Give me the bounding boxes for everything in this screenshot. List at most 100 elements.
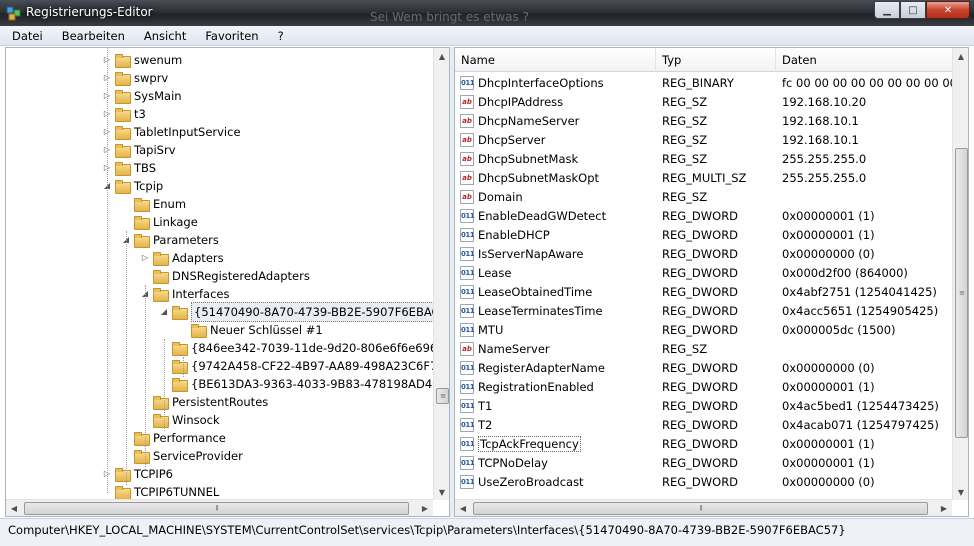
tree-node[interactable]: ▷ t3 xyxy=(102,105,146,123)
tree-node-label: {846ee342-7039-11de-9d20-806e6f6e6963} xyxy=(191,341,450,355)
tree-node[interactable]: {9742A458-CF22-4B97-AA89-498A23C6F7AF} xyxy=(159,357,449,375)
tree-node[interactable]: ◢ Interfaces xyxy=(140,285,229,303)
tree-vertical-scrollbar[interactable]: ▲ ≡ ▼ xyxy=(433,48,449,500)
value-name: DhcpNameServer xyxy=(478,114,580,128)
value-row[interactable]: 011 Lease REG_DWORD 0x000d2f00 (864000) xyxy=(455,264,953,283)
scroll-left-button[interactable]: ◀ xyxy=(6,500,22,516)
value-name: DhcpInterfaceOptions xyxy=(478,76,604,90)
tree-node[interactable]: Enum xyxy=(121,195,186,213)
tree-node[interactable]: Neuer Schlüssel #1 xyxy=(178,321,323,339)
value-row[interactable]: ab DhcpSubnetMaskOpt REG_MULTI_SZ 255.255.2… xyxy=(455,169,953,188)
folder-icon xyxy=(115,72,131,86)
tree-node[interactable]: ▷ TapiSrv xyxy=(102,141,176,159)
binary-value-icon: 011 xyxy=(460,418,475,432)
scroll-thumb[interactable]: ⦀ xyxy=(473,502,928,515)
maximize-button[interactable]: □ xyxy=(900,1,926,19)
menu-bar: Datei Bearbeiten Ansicht Favoriten ? xyxy=(0,26,974,46)
tree-node[interactable]: ServiceProvider xyxy=(121,447,243,465)
value-row[interactable]: 011 UseZeroBroadcast REG_DWORD 0x00000000 (… xyxy=(455,473,953,492)
column-header-data[interactable]: Daten xyxy=(776,48,953,72)
tree-node[interactable]: {846ee342-7039-11de-9d20-806e6f6e6963} xyxy=(159,339,450,357)
tree-node[interactable]: ▷ TabletInputService xyxy=(102,123,241,141)
tree-node[interactable]: ◢ {51470490-8A70-4739-BB2E-5907F6EBAC57} xyxy=(159,302,449,322)
value-type: REG_SZ xyxy=(662,342,708,356)
collapse-arrow-icon[interactable]: ◢ xyxy=(159,303,169,321)
value-row[interactable]: 011 IsServerNapAware REG_DWORD 0x00000000 (… xyxy=(455,245,953,264)
registry-tree[interactable]: ▷ swenum ▷ swprv ▷ SysMain ▷ t3 ▷ TabletInputServ… xyxy=(5,47,450,517)
value-row[interactable]: 011 TcpAckFrequency REG_DWORD 0x00000001 (1… xyxy=(455,435,953,454)
value-type: REG_DWORD xyxy=(662,228,739,242)
tree-node[interactable]: PersistentRoutes xyxy=(140,393,268,411)
scroll-down-button[interactable]: ▼ xyxy=(434,484,449,500)
value-row[interactable]: 011 TCPNoDelay REG_DWORD 0x00000001 (1) xyxy=(455,454,953,473)
value-row[interactable]: ab DhcpNameServer REG_SZ 192.168.10.1 xyxy=(455,112,953,131)
value-row[interactable]: 011 MTU REG_DWORD 0x000005dc (1500) xyxy=(455,321,953,340)
tree-node[interactable]: ▷ Adapters xyxy=(140,249,224,267)
column-header-type[interactable]: Typ xyxy=(656,48,776,72)
menu-favorites[interactable]: Favoriten xyxy=(193,26,265,45)
scroll-up-button[interactable]: ▲ xyxy=(434,48,449,64)
scroll-left-button[interactable]: ◀ xyxy=(455,500,471,516)
string-value-icon: ab xyxy=(460,95,474,109)
tree-guide-line xyxy=(126,231,127,485)
tree-node[interactable]: ◢ Parameters xyxy=(121,231,219,249)
list-vertical-scrollbar[interactable]: ▲ ≡ ▼ xyxy=(952,48,968,500)
tree-node[interactable]: {BE613DA3-9363-4033-9B83-478198AD4067} xyxy=(159,375,449,393)
tree-node[interactable]: Linkage xyxy=(121,213,198,231)
value-data: 192.168.10.1 xyxy=(782,114,859,128)
value-type: REG_DWORD xyxy=(662,380,739,394)
value-row[interactable]: 011 EnableDeadGWDetect REG_DWORD 0x00000001… xyxy=(455,207,953,226)
value-row[interactable]: 011 EnableDHCP REG_DWORD 0x00000001 (1) xyxy=(455,226,953,245)
tree-node[interactable]: ▷ swenum xyxy=(102,51,182,69)
column-header-name[interactable]: Name xyxy=(455,48,656,72)
tree-node-label: Parameters xyxy=(153,233,219,247)
folder-icon xyxy=(115,108,131,122)
title-bar[interactable]: Registrierungs-Editor Sei Wem bringt es … xyxy=(0,0,974,26)
value-row[interactable]: ab DhcpIPAddress REG_SZ 192.168.10.20 xyxy=(455,93,953,112)
tree-node[interactable]: Winsock xyxy=(140,411,220,429)
folder-icon xyxy=(172,342,188,356)
value-row[interactable]: 011 LeaseTerminatesTime REG_DWORD 0x4acc565… xyxy=(455,302,953,321)
tree-node[interactable]: ▷ TCPIP6 xyxy=(102,465,173,483)
menu-view[interactable]: Ansicht xyxy=(132,26,193,45)
value-type: REG_DWORD xyxy=(662,361,739,375)
value-name: MTU xyxy=(478,323,504,337)
value-row[interactable]: ab DhcpServer REG_SZ 192.168.10.1 xyxy=(455,131,953,150)
menu-file[interactable]: Datei xyxy=(0,26,50,45)
binary-value-icon: 011 xyxy=(460,475,475,489)
binary-value-icon: 011 xyxy=(460,76,475,90)
value-type: REG_DWORD xyxy=(662,437,739,451)
scroll-up-button[interactable]: ▲ xyxy=(953,48,968,64)
expand-arrow-icon[interactable]: ▷ xyxy=(140,249,150,267)
scroll-right-button[interactable]: ▶ xyxy=(936,500,952,516)
tree-node[interactable]: ▷ SysMain xyxy=(102,87,182,105)
value-row[interactable]: 011 DhcpInterfaceOptions REG_BINARY fc 00 0… xyxy=(455,74,953,93)
value-row[interactable]: ab NameServer REG_SZ xyxy=(455,340,953,359)
tree-node[interactable]: DNSRegisteredAdapters xyxy=(140,267,310,285)
value-row[interactable]: 011 T1 REG_DWORD 0x4ac5bed1 (1254473425) xyxy=(455,397,953,416)
tree-node[interactable]: ◢ Tcpip xyxy=(102,177,163,195)
scroll-thumb[interactable]: ⦀ xyxy=(24,502,409,515)
scroll-thumb[interactable]: ≡ xyxy=(955,148,968,438)
scroll-thumb[interactable]: ≡ xyxy=(436,388,449,404)
value-row[interactable]: ab Domain REG_SZ xyxy=(455,188,953,207)
menu-edit[interactable]: Bearbeiten xyxy=(50,26,132,45)
tree-node-label: Linkage xyxy=(153,215,198,229)
tree-node[interactable]: ▷ swprv xyxy=(102,69,168,87)
value-list[interactable]: Name Typ Daten 011 DhcpInterfaceOptions RE… xyxy=(454,47,969,517)
value-row[interactable]: ab DhcpSubnetMask REG_SZ 255.255.255.0 xyxy=(455,150,953,169)
minimize-button[interactable]: ▁ xyxy=(874,1,900,19)
menu-help[interactable]: ? xyxy=(266,26,291,45)
close-button[interactable]: ✕ xyxy=(926,1,970,19)
scroll-down-button[interactable]: ▼ xyxy=(953,484,968,500)
tree-node[interactable]: ▷ TBS xyxy=(102,159,156,177)
scroll-right-button[interactable]: ▶ xyxy=(417,500,433,516)
tree-node[interactable]: Performance xyxy=(121,429,226,447)
value-row[interactable]: 011 RegisterAdapterName REG_DWORD 0x0000000… xyxy=(455,359,953,378)
tree-node-label: Tcpip xyxy=(134,179,164,193)
value-row[interactable]: 011 RegistrationEnabled REG_DWORD 0x0000000… xyxy=(455,378,953,397)
value-row[interactable]: 011 LeaseObtainedTime REG_DWORD 0x4abf2751 … xyxy=(455,283,953,302)
list-horizontal-scrollbar[interactable]: ◀ ⦀ ▶ xyxy=(455,499,952,516)
tree-horizontal-scrollbar[interactable]: ◀ ⦀ ▶ xyxy=(6,499,433,516)
value-row[interactable]: 011 T2 REG_DWORD 0x4acab071 (1254797425) xyxy=(455,416,953,435)
